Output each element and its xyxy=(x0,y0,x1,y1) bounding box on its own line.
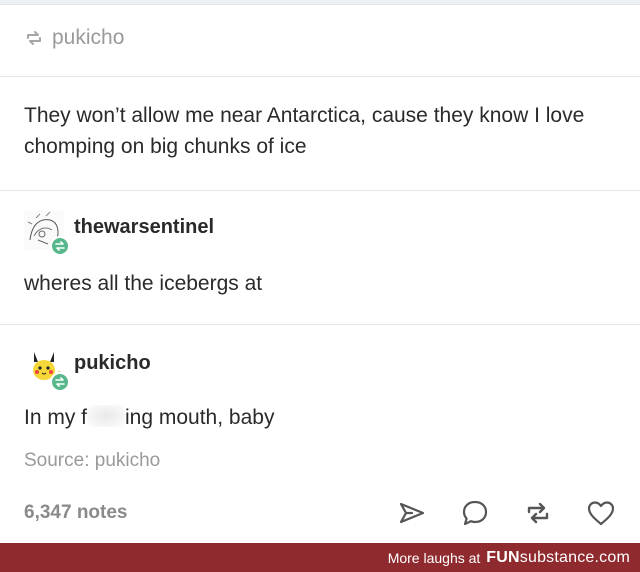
reblog-username[interactable]: pukicho xyxy=(52,26,124,50)
avatar[interactable] xyxy=(24,210,70,256)
source-link[interactable]: Source: pukicho xyxy=(24,450,640,472)
divider xyxy=(0,324,640,325)
reply-icon[interactable] xyxy=(460,498,490,528)
divider xyxy=(0,76,640,77)
like-icon[interactable] xyxy=(586,498,616,528)
divider xyxy=(0,190,640,191)
reblog-icon xyxy=(24,28,44,48)
reblog-text-start: In my f xyxy=(24,406,88,429)
reblog-badge-icon xyxy=(50,372,70,392)
brand-sub: substance.com xyxy=(519,548,630,566)
reblog-badge-icon xyxy=(50,236,70,256)
share-icon[interactable] xyxy=(397,498,427,528)
brand-logo[interactable]: FUNsubstance.com xyxy=(486,549,630,567)
reblog-text-end: ing mouth, baby xyxy=(125,406,275,429)
top-border xyxy=(0,0,640,5)
reblog-user-row: pukicho xyxy=(24,346,640,392)
brand-main: FUN xyxy=(486,548,520,566)
banner-text: More laughs at xyxy=(387,549,481,566)
post-footer: 6,347 notes xyxy=(24,498,616,528)
username[interactable]: pukicho xyxy=(74,352,151,375)
reblog-icon[interactable] xyxy=(523,498,553,528)
avatar[interactable] xyxy=(24,346,70,392)
reblog-header: pukicho xyxy=(24,26,640,50)
censor-blur xyxy=(87,405,126,427)
reblog-text: In my f ing mouth, baby xyxy=(24,402,640,433)
notes-count[interactable]: 6,347 notes xyxy=(24,502,128,524)
original-post-text: They won’t allow me near Antarctica, cau… xyxy=(24,104,585,158)
watermark-banner: More laughs at FUNsubstance.com xyxy=(0,543,640,572)
reblog-text: wheres all the icebergs at xyxy=(24,272,263,295)
reblog-user-row: thewarsentinel xyxy=(24,210,640,256)
post-actions xyxy=(397,498,616,528)
username[interactable]: thewarsentinel xyxy=(74,216,214,239)
